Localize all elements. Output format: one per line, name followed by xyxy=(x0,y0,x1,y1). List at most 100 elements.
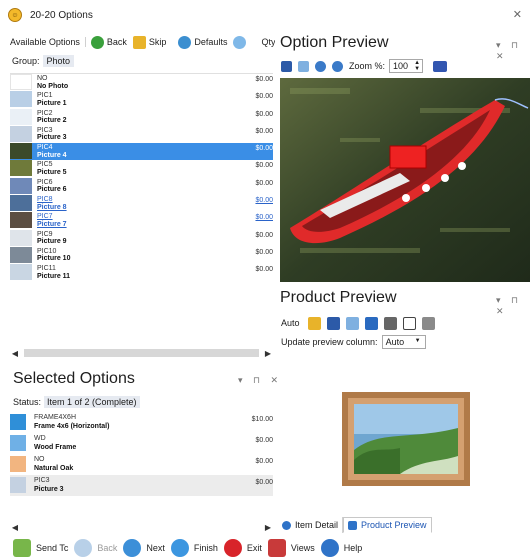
zoom-in-icon[interactable] xyxy=(315,60,326,72)
chevron-down-icon: ▼ xyxy=(414,338,421,344)
update-preview-label: Update preview column: xyxy=(281,337,378,347)
option-code: PIC3 xyxy=(37,126,53,134)
cube-wireframe-icon[interactable] xyxy=(402,316,416,330)
list-item[interactable]: PIC3 Picture 3 $0.00 xyxy=(10,475,273,496)
cube-color-icon[interactable] xyxy=(364,316,378,330)
list-item[interactable]: WD Wood Frame $0.00 xyxy=(10,433,273,454)
option-preview-toolbar: Zoom %: 100 ▲ ▼ xyxy=(281,59,453,73)
info-button[interactable] xyxy=(233,35,249,49)
list-item[interactable]: PIC4 Picture 4 $0.00 xyxy=(10,143,273,161)
scrollbar-track[interactable] xyxy=(24,349,259,357)
back-arrow-icon xyxy=(90,35,104,49)
views-button[interactable]: Views xyxy=(267,539,315,557)
list-item[interactable]: PIC11 Picture 11 $0.00 xyxy=(10,264,273,281)
option-price: $0.00 xyxy=(255,93,273,101)
scroll-left-icon[interactable]: ◀ xyxy=(10,349,20,358)
option-price: $0.00 xyxy=(255,145,273,153)
render-icon[interactable] xyxy=(421,316,435,330)
option-name: Picture 7 xyxy=(37,220,67,228)
zoom-percent-input[interactable]: 100 ▲ ▼ xyxy=(389,59,424,73)
tab-available-options[interactable]: Available Options xyxy=(10,37,86,47)
option-name: Picture 3 xyxy=(37,134,67,142)
scrollbar-track[interactable] xyxy=(24,523,259,531)
zoom-label: Zoom %: xyxy=(349,61,386,71)
thumbnail xyxy=(10,74,32,90)
option-name: Wood Frame xyxy=(34,443,77,451)
group-indicator: Group: Photo xyxy=(12,54,75,68)
window-title: 20-20 Options xyxy=(30,9,93,21)
option-price: $0.00 xyxy=(255,248,273,256)
cube-shaded-icon[interactable] xyxy=(383,316,397,330)
list-item[interactable]: NO No Photo $0.00 xyxy=(10,74,273,91)
option-code: PIC7 xyxy=(37,213,53,221)
option-name: Picture 2 xyxy=(37,117,67,125)
save-icon[interactable] xyxy=(326,316,340,330)
zoom-spinner-icon[interactable]: ▲ ▼ xyxy=(414,60,420,72)
tab-product-preview[interactable]: Product Preview xyxy=(343,517,432,533)
exit-button[interactable]: Exit xyxy=(223,539,262,557)
scroll-right-icon[interactable]: ▶ xyxy=(263,349,273,358)
option-name: No Photo xyxy=(37,82,69,90)
selected-list-scrollbar[interactable]: ◀ ▶ xyxy=(10,522,273,532)
pin-icon[interactable] xyxy=(298,60,309,72)
option-price: $10.00 xyxy=(251,416,273,423)
thumbnail xyxy=(10,456,26,472)
option-code: PIC8 xyxy=(37,196,53,204)
zoom-out-icon[interactable] xyxy=(332,60,343,72)
pane-controls[interactable]: ▾ ⊓ ✕ xyxy=(238,375,282,386)
skip-button[interactable]: Skip xyxy=(132,35,166,49)
pin-icon[interactable] xyxy=(345,316,359,330)
pane-controls[interactable]: ▾ ⊓ ✕ xyxy=(496,40,530,62)
available-list-scrollbar[interactable]: ◀ ▶ xyxy=(10,348,273,358)
qty-button[interactable]: Qty xyxy=(261,37,275,47)
group-value[interactable]: Photo xyxy=(42,55,75,67)
option-name: Picture 4 xyxy=(37,151,67,159)
option-name: Picture 10 xyxy=(37,255,71,263)
option-price: $0.00 xyxy=(255,127,273,135)
pane-controls[interactable]: ▾ ⊓ ✕ xyxy=(496,295,530,317)
defaults-button[interactable]: Defaults xyxy=(178,35,227,49)
option-name: Picture 3 xyxy=(34,485,64,493)
update-preview-dropdown[interactable]: Auto ▼ xyxy=(381,335,426,349)
list-item[interactable]: PIC5 Picture 5 $0.00 xyxy=(10,160,273,177)
fit-icon[interactable] xyxy=(433,60,448,72)
thumbnail xyxy=(10,125,32,142)
option-price: $0.00 xyxy=(255,179,273,187)
option-code: PIC1 xyxy=(37,92,53,100)
scroll-right-icon[interactable]: ▶ xyxy=(263,523,273,532)
list-item[interactable]: PIC10 Picture 10 $0.00 xyxy=(10,246,273,264)
tab-item-detail[interactable]: Item Detail xyxy=(278,517,344,533)
option-name: Picture 1 xyxy=(37,99,67,107)
close-icon[interactable]: ✕ xyxy=(513,8,522,21)
auto-label[interactable]: Auto xyxy=(281,318,300,328)
info-icon xyxy=(233,35,247,49)
product-preview-title: Product Preview xyxy=(280,289,397,306)
help-button[interactable]: Help xyxy=(320,539,362,557)
option-price: $0.00 xyxy=(255,162,273,170)
next-button[interactable]: Next xyxy=(123,539,165,557)
send-to-button[interactable]: Send Tc xyxy=(13,539,68,557)
list-item[interactable]: PIC9 Picture 9 $0.00 xyxy=(10,229,273,247)
save-icon[interactable] xyxy=(281,60,292,72)
list-item[interactable]: PIC3 Picture 3 $0.00 xyxy=(10,125,273,143)
skip-icon xyxy=(132,35,146,49)
list-item[interactable]: PIC8 Picture 8 $0.00 xyxy=(10,195,273,212)
option-name: Picture 9 xyxy=(37,238,67,246)
back-nav-button[interactable]: Back xyxy=(74,539,117,557)
list-item[interactable]: PIC2 Picture 2 $0.00 xyxy=(10,108,273,126)
list-item[interactable]: NO Natural Oak $0.00 xyxy=(10,454,273,475)
finish-button[interactable]: Finish xyxy=(170,539,218,557)
list-item[interactable]: PIC6 Picture 6 $0.00 xyxy=(10,177,273,195)
thumbnail xyxy=(10,246,32,263)
option-price: $0.00 xyxy=(255,214,273,222)
title-bar: ☺ 20-20 Options ✕ xyxy=(0,0,530,30)
open-folder-icon[interactable] xyxy=(307,316,321,330)
list-item[interactable]: FRAME4X6H Frame 4x6 (Horizontal) $10.00 xyxy=(10,412,273,433)
thumbnail xyxy=(10,435,26,451)
scroll-left-icon[interactable]: ◀ xyxy=(10,523,20,532)
option-price: $0.00 xyxy=(255,76,273,83)
option-name: Natural Oak xyxy=(34,464,74,472)
back-button[interactable]: Back xyxy=(90,35,127,49)
list-item[interactable]: PIC7 Picture 7 $0.00 xyxy=(10,212,273,229)
list-item[interactable]: PIC1 Picture 1 $0.00 xyxy=(10,91,273,108)
